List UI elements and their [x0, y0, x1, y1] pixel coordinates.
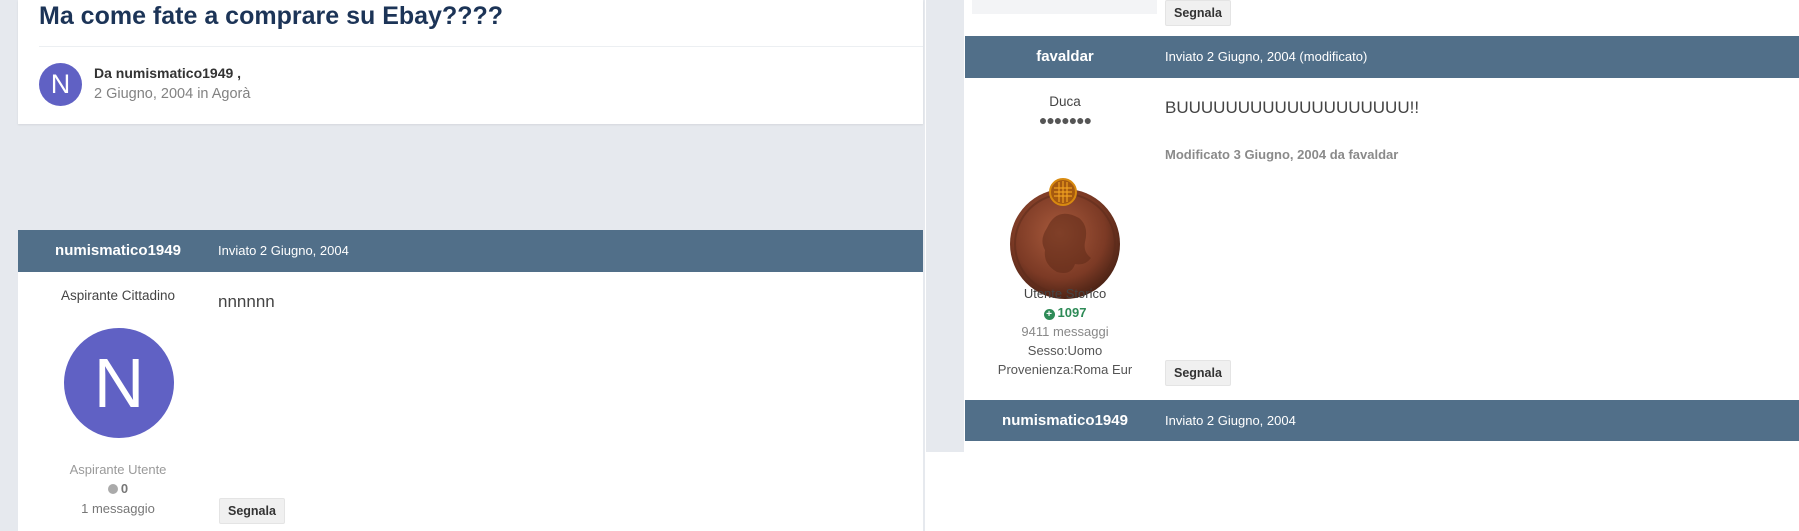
avatar-initial: N	[50, 69, 71, 99]
post-username[interactable]: numismatico1949	[965, 412, 1165, 429]
report-button[interactable]: Segnala	[1165, 360, 1231, 386]
topic-date: 2 Giugno, 2004 in Agorà	[94, 86, 251, 102]
divider	[39, 46, 923, 47]
post-username[interactable]: favaldar	[965, 48, 1165, 65]
user-sex: Sesso:Uomo	[1027, 343, 1103, 358]
author-avatar[interactable]: N	[39, 63, 82, 106]
coin-avatar-icon[interactable]	[1009, 178, 1121, 300]
user-group: Aspirante Utente	[69, 462, 167, 477]
post-header: favaldar Inviato 2 Giugno, 2004 (modific…	[965, 36, 1799, 78]
previous-post-sidebar	[972, 0, 1157, 14]
post-header: numismatico1949 Inviato 2 Giugno, 2004	[18, 230, 923, 272]
post-username[interactable]: numismatico1949	[18, 242, 218, 259]
reputation-badge: +1097	[965, 305, 1165, 320]
pane-divider	[926, 0, 964, 452]
reputation-badge: 0	[18, 481, 218, 496]
user-rank: Aspirante Cittadino	[60, 288, 176, 303]
post-date[interactable]: Inviato 2 Giugno, 2004	[218, 243, 349, 258]
previous-report-button[interactable]: Segnala	[1165, 0, 1231, 26]
post-header-numismatico1949: numismatico1949 Inviato 2 Giugno, 2004	[965, 400, 1799, 441]
topic-header: Ma come fate a comprare su Ebay???? N Da…	[18, 0, 923, 124]
post-content: BUUUUUUUUUUUUUUUUUUU!!	[1165, 98, 1420, 117]
post-date[interactable]: Inviato 2 Giugno, 2004	[1165, 413, 1296, 428]
circle-icon	[107, 484, 118, 494]
report-button[interactable]: Segnala	[219, 498, 285, 524]
post-date[interactable]: Inviato 2 Giugno, 2004 (modificato)	[1165, 49, 1367, 64]
message-count: 1 messaggio	[81, 501, 155, 516]
avatar-initial: N	[93, 344, 145, 422]
message-count: 9411 messaggi	[1021, 324, 1109, 339]
user-location: Provenienza:Roma Eur	[997, 362, 1133, 377]
post-numismatico1949: numismatico1949 Inviato 2 Giugno, 2004 A…	[18, 230, 923, 531]
reputation-count: 1097	[1057, 305, 1087, 320]
rank-pips: ●●●●●●●	[1038, 112, 1092, 128]
edited-note: Modificato 3 Giugno, 2004 da favaldar	[1165, 147, 1399, 162]
reputation-count: 0	[120, 481, 129, 496]
plus-circle-icon: +	[1043, 309, 1055, 320]
user-avatar[interactable]: N	[64, 328, 174, 438]
post-content: nnnnnn	[218, 292, 275, 311]
user-group: Utente Storico	[1023, 286, 1107, 301]
author-byline[interactable]: Da numismatico1949 ,	[94, 65, 241, 81]
page-title: Ma come fate a comprare su Ebay????	[39, 2, 504, 30]
user-rank: Duca	[1049, 94, 1081, 109]
